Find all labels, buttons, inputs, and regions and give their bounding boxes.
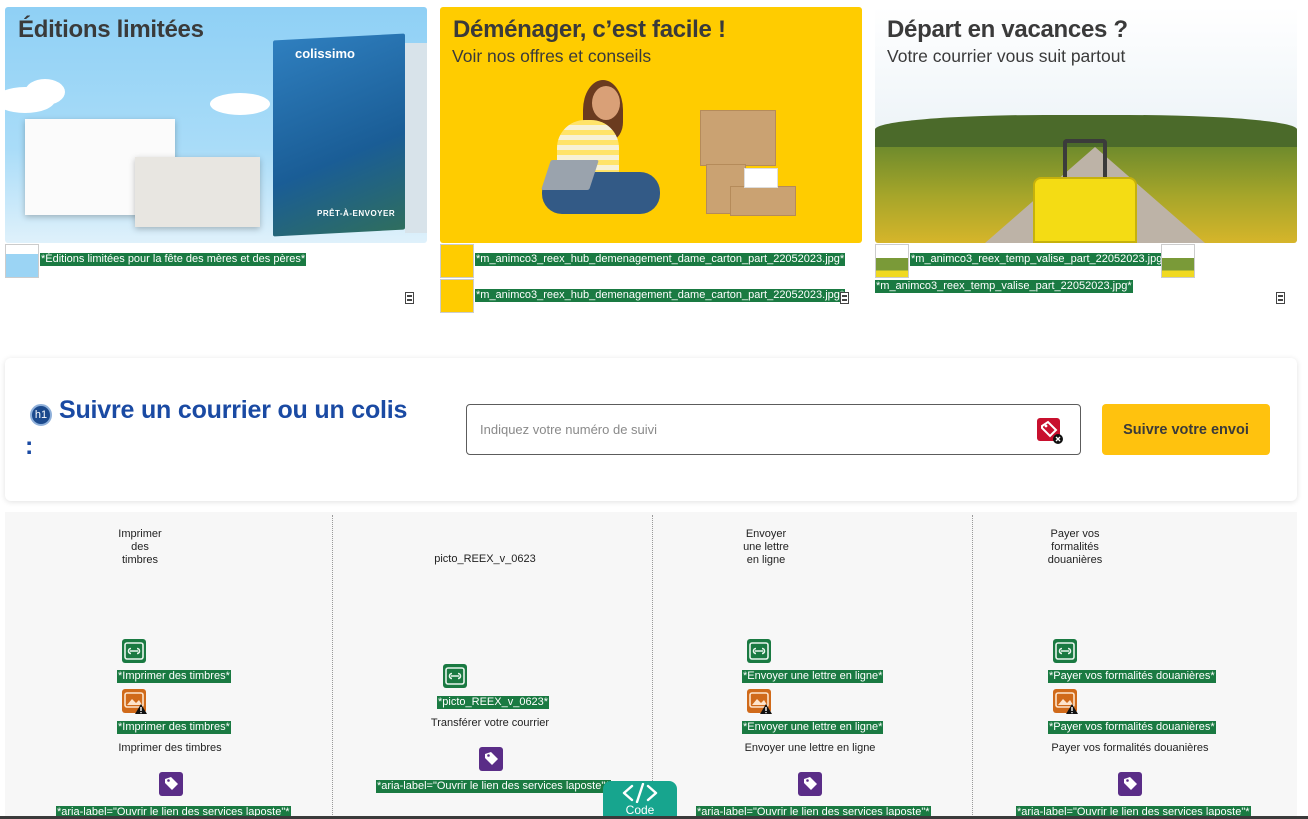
service-link-label[interactable]: Payer vos formalités douanières: [1000, 742, 1260, 755]
alt-text-tag: *Envoyer une lettre en ligne*: [742, 721, 884, 734]
package-side: [405, 43, 427, 233]
service-link-label[interactable]: Envoyer une lettre en ligne: [680, 742, 940, 755]
image-warning-icon: [122, 689, 147, 714]
image-link-icon: [122, 639, 146, 663]
cloud-decoration: [210, 93, 270, 115]
alt-text-tag: *m_animco3_reex_hub_demenagement_dame_ca…: [475, 289, 846, 302]
document-icon: [840, 292, 849, 304]
service-heading: picto_REEX_v_0623: [434, 553, 536, 565]
banner-title: Déménager, c’est facile !: [453, 16, 726, 43]
aria-tag-icon: [1118, 772, 1142, 796]
image-link-icon: [443, 664, 467, 688]
aria-tag-icon: [798, 772, 822, 796]
banner-title: Éditions limitées: [18, 16, 204, 43]
stamp-sheet-image: [135, 157, 260, 227]
column-divider: [972, 515, 973, 819]
laptop-illustration: [541, 160, 599, 190]
title-colon: :: [25, 432, 34, 460]
aria-label-tag: *aria-label="Ouvrir le lien des services…: [376, 780, 611, 793]
thumbnail-image: [5, 244, 39, 278]
document-icon: [1276, 292, 1285, 304]
alt-text-tag: *m_animco3_reex_temp_valise_part_2205202…: [910, 253, 1168, 266]
alt-text-tag: *Payer vos formalités douanières*: [1048, 670, 1216, 683]
thumbnail-image: [440, 244, 474, 278]
carton-box: [730, 186, 796, 216]
service-link-label[interactable]: Imprimer des timbres: [40, 742, 300, 755]
banner-title: Départ en vacances ?: [887, 16, 1128, 43]
column-divider: [652, 515, 653, 819]
thumbnail-image: [1161, 244, 1195, 278]
h1-badge-icon: h1: [30, 404, 52, 426]
alt-text-tag: *m_animco3_reex_hub_demenagement_dame_ca…: [475, 253, 846, 266]
cloud-decoration: [25, 79, 65, 105]
alt-text-tag: *Payer vos formalités douanières*: [1048, 721, 1216, 734]
image-warning-icon: [747, 689, 772, 714]
page-title: Suivre un courrier ou un colis: [59, 396, 408, 424]
banner-subtitle: Votre courrier vous suit partout: [887, 46, 1126, 66]
thumbnail-image: [875, 244, 909, 278]
suitcase-image: [1033, 177, 1137, 243]
code-button-label: Code: [625, 803, 655, 817]
code-view-button[interactable]: Code: [603, 781, 677, 819]
colissimo-package-image: [273, 33, 405, 237]
banner-subtitle: Voir nos offres et conseils: [452, 46, 652, 66]
image-link-icon: [747, 639, 771, 663]
aria-tag-icon: [479, 747, 503, 771]
alt-text-tag: *m_animco3_reex_temp_valise_part_2205202…: [875, 280, 1133, 293]
banner-editions-limitees[interactable]: colissimo PRÊT-À-ENVOYER Éditions limité…: [5, 7, 427, 243]
image-warning-icon: [1053, 689, 1078, 714]
service-heading: Payer vos formalités douanières: [1047, 528, 1103, 566]
tracking-number-input[interactable]: [466, 404, 1081, 455]
alt-text-tag: *picto_REEX_v_0623*: [437, 696, 550, 709]
woman-illustration: [592, 86, 620, 120]
track-shipment-button[interactable]: Suivre votre envoi: [1102, 404, 1270, 455]
carton-box: [700, 110, 776, 166]
service-heading: Envoyer une lettre en ligne: [743, 528, 789, 566]
colissimo-logo: colissimo: [295, 46, 355, 61]
code-brackets-icon: [622, 783, 658, 803]
column-divider: [332, 515, 333, 819]
price-tag-warning-icon: [1037, 418, 1063, 444]
thumbnail-image: [440, 279, 474, 313]
alt-text-tag: *Envoyer une lettre en ligne*: [742, 670, 884, 683]
aria-tag-icon: [159, 772, 183, 796]
service-heading: Imprimer des timbres: [118, 528, 162, 566]
package-label: PRÊT-À-ENVOYER: [317, 209, 396, 218]
alt-text-tag: *Imprimer des timbres*: [117, 670, 231, 683]
image-link-icon: [1053, 639, 1077, 663]
alt-text-tag: *Imprimer des timbres*: [117, 721, 231, 734]
suitcase-handle: [1063, 139, 1107, 181]
document-icon: [405, 292, 414, 304]
banner-vacances[interactable]: Départ en vacances ? Votre courrier vous…: [875, 7, 1297, 243]
alt-text-tag: *Éditions limitées pour la fête des mère…: [40, 253, 307, 266]
carton-box: [744, 168, 778, 188]
service-link-label[interactable]: Transférer votre courrier: [360, 717, 620, 730]
